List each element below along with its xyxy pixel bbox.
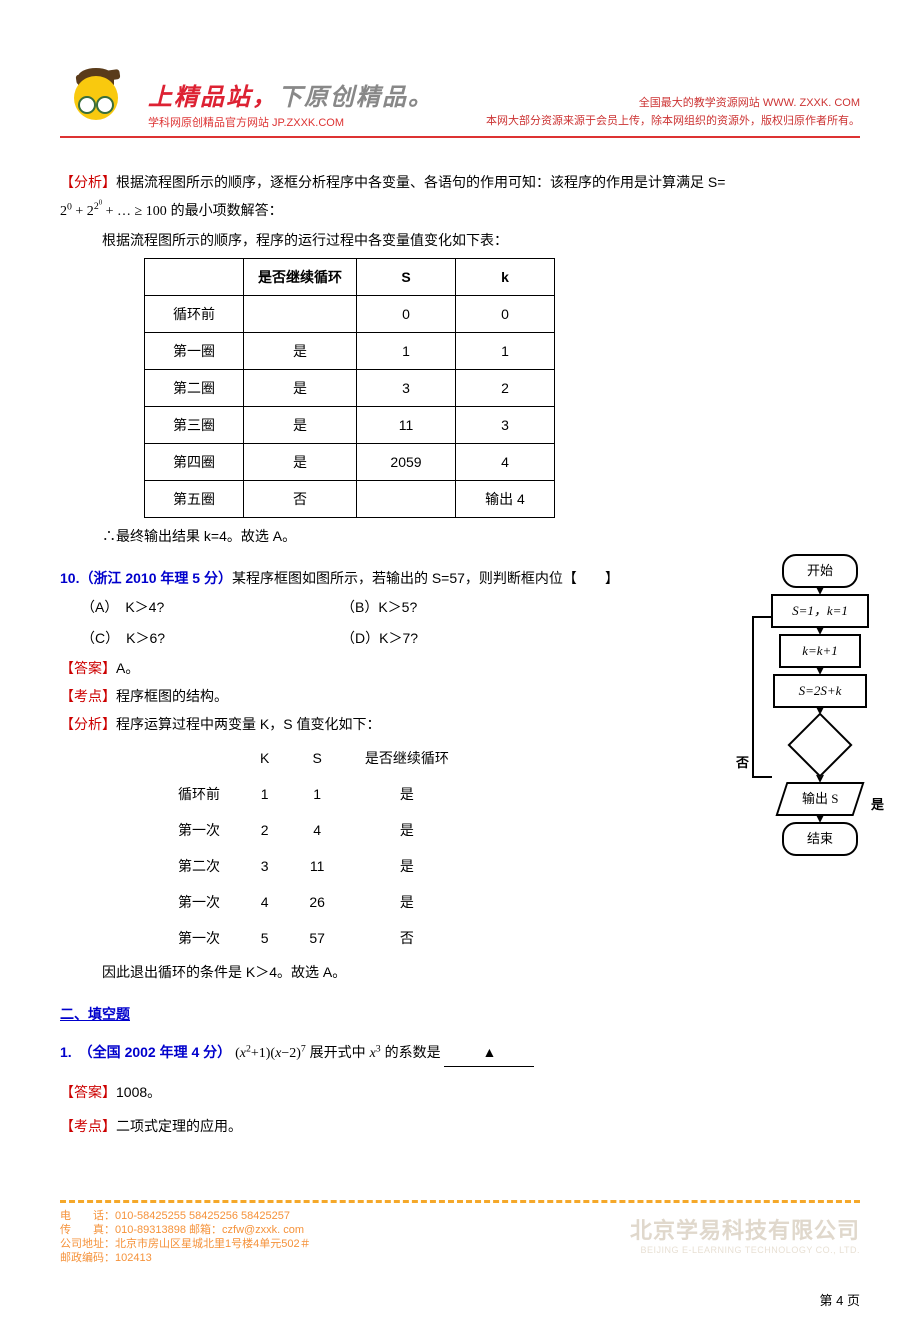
footer-brand-en: BEIJING E-LEARNING TECHNOLOGY CO., LTD.: [630, 1245, 860, 1255]
flowchart-no-label: 否: [736, 750, 749, 776]
choice-d: （D）K＞7?: [341, 623, 601, 654]
table-row: 第五圈否输出 4: [145, 481, 555, 518]
th: k: [456, 259, 555, 296]
q1-formula: (x2+1)(x−2)7: [235, 1046, 306, 1061]
footer: 电 话：010-58425255 58425256 58425257 传 真：0…: [60, 1200, 860, 1309]
th: S: [357, 259, 456, 296]
page: 上精品站，下原创精品。 学科网原创精品官方网站 JP.ZXXK.COM 全国最大…: [0, 0, 920, 1329]
q10-lead: 10.（浙江 2010 年理 5 分）: [60, 570, 232, 586]
th: [145, 259, 244, 296]
analysis-label: 【分析】: [60, 716, 116, 732]
q9-analysis: 【分析】根据流程图所示的顺序，逐框分析程序中各变量、各语句的作用可知：该程序的作…: [60, 168, 860, 196]
section2-q1: 1. （全国 2002 年理 4 分） (x2+1)(x−2)7 展开式中 x3…: [60, 1038, 860, 1068]
q10-stem-text: 某程序框图如图所示，若输出的 S=57，则判断框内位【 】: [232, 570, 619, 586]
table-row: 第二圈是32: [145, 370, 555, 407]
q10-choices: （A） K＞4? （B）K＞5? （C） K＞6? （D）K＞7?: [81, 592, 680, 654]
topic-label: 【考点】: [60, 688, 116, 704]
header-divider: [60, 136, 860, 138]
choice-a: （A） K＞4?: [81, 592, 341, 623]
q9-formula-line: 20 + 220 + … ≥ 100 的最小项数解答：: [60, 196, 860, 226]
table-row: 第一圈是11: [145, 333, 555, 370]
q1-of: x3: [370, 1046, 381, 1061]
q1-answer: 1008。: [116, 1084, 161, 1100]
flowchart-loop-line: [752, 616, 772, 778]
q10-answer: A。: [116, 660, 139, 676]
table-row: 第四圈是20594: [145, 444, 555, 481]
footer-brand-cn: 北京学易科技有限公司: [630, 1213, 860, 1245]
flowchart-end: 结束: [782, 822, 858, 856]
table-row: 循环前00: [145, 296, 555, 333]
analysis-label: 【分析】: [60, 174, 116, 190]
flowchart-decision: [787, 712, 852, 777]
q10-table: K S 是否继续循环 循环前11是 第一次24是 第二次311是 第一次426是…: [158, 740, 469, 956]
header-right: 全国最大的教学资源网站 WWW. ZXXK. COM 本网大部分资源来源于会员上…: [486, 94, 860, 130]
table-row: 是否继续循环 S k: [145, 259, 555, 296]
q1-lead: 1. （全国 2002 年理 4 分）: [60, 1044, 231, 1060]
q9-table-intro: 根据流程图所示的顺序，程序的运行过程中各变量值变化如下表：: [102, 226, 860, 254]
flowchart-output: 输出 S: [775, 782, 864, 816]
q1-stem-a: 展开式中: [310, 1044, 370, 1060]
q10-conclusion: 因此退出循环的条件是 K＞4。故选 A。: [102, 958, 680, 986]
slogan-a: 上精品站，: [148, 84, 278, 111]
topic-label: 【考点】: [60, 1118, 116, 1134]
q10-analysis: 程序运算过程中两变量 K，S 值变化如下：: [116, 716, 380, 732]
header-text: 上精品站，下原创精品。 学科网原创精品官方网站 JP.ZXXK.COM: [148, 77, 434, 130]
q1-stem-b: 的系数是: [385, 1044, 441, 1060]
table-row: K S 是否继续循环: [158, 740, 469, 776]
choice-c: （C） K＞6?: [81, 623, 341, 654]
q9-table: 是否继续循环 S k 循环前00 第一圈是11 第二圈是32 第三圈是113 第…: [144, 258, 555, 518]
q10-stem: 10.（浙江 2010 年理 5 分）某程序框图如图所示，若输出的 S=57，则…: [60, 564, 680, 592]
answer-label: 【答案】: [60, 1084, 116, 1100]
th: 是否继续循环: [244, 259, 357, 296]
q9-conclusion: ∴最终输出结果 k=4。故选 A。: [102, 522, 860, 550]
header-right-2: 本网大部分资源来源于会员上传，除本网组织的资源外，版权归原作者所有。: [486, 112, 860, 128]
subsite: 学科网原创精品官方网站 JP.ZXXK.COM: [148, 114, 434, 130]
answer-label: 【答案】: [60, 660, 116, 676]
content: 【分析】根据流程图所示的顺序，逐框分析程序中各变量、各语句的作用可知：该程序的作…: [60, 168, 860, 1140]
site-logo-icon: [60, 60, 140, 130]
q10-topic: 程序框图的结构。: [116, 688, 228, 704]
section-2-title: 二、填空题: [60, 1000, 860, 1028]
slogan-b: 下原创精品。: [278, 84, 434, 111]
choice-b: （B）K＞5?: [341, 592, 601, 623]
q9-formula: 20 + 220 + … ≥ 100: [60, 204, 167, 219]
q1-topic: 二项式定理的应用。: [116, 1118, 242, 1134]
table-row: 第一次557否: [158, 920, 469, 956]
table-row: 第一次24是: [158, 812, 469, 848]
table-row: 第一次426是: [158, 884, 469, 920]
q9-analysis-text1: 根据流程图所示的顺序，逐框分析程序中各变量、各语句的作用可知：该程序的作用是计算…: [116, 174, 725, 190]
footer-brand: 北京学易科技有限公司 BEIJING E-LEARNING TECHNOLOGY…: [630, 1213, 860, 1255]
question-10: 10.（浙江 2010 年理 5 分）某程序框图如图所示，若输出的 S=57，则…: [60, 564, 860, 986]
q9-analysis-text2: 的最小项数解答：: [167, 202, 283, 218]
header: 上精品站，下原创精品。 学科网原创精品官方网站 JP.ZXXK.COM 全国最大…: [60, 60, 860, 130]
flowchart-diagram: 开始 ▾ S=1，k=1 ▾ k=k+1 ▾ S=2S+k ▾ 否 是 ▾ 输出…: [750, 554, 890, 856]
table-row: 第二次311是: [158, 848, 469, 884]
page-number: 第 4 页: [60, 1290, 860, 1309]
table-row: 循环前11是: [158, 776, 469, 812]
header-right-1: 全国最大的教学资源网站 WWW. ZXXK. COM: [486, 94, 860, 110]
q1-blank: ▲: [444, 1038, 534, 1067]
table-row: 第三圈是113: [145, 407, 555, 444]
flowchart-yes-label: 是: [871, 792, 884, 818]
